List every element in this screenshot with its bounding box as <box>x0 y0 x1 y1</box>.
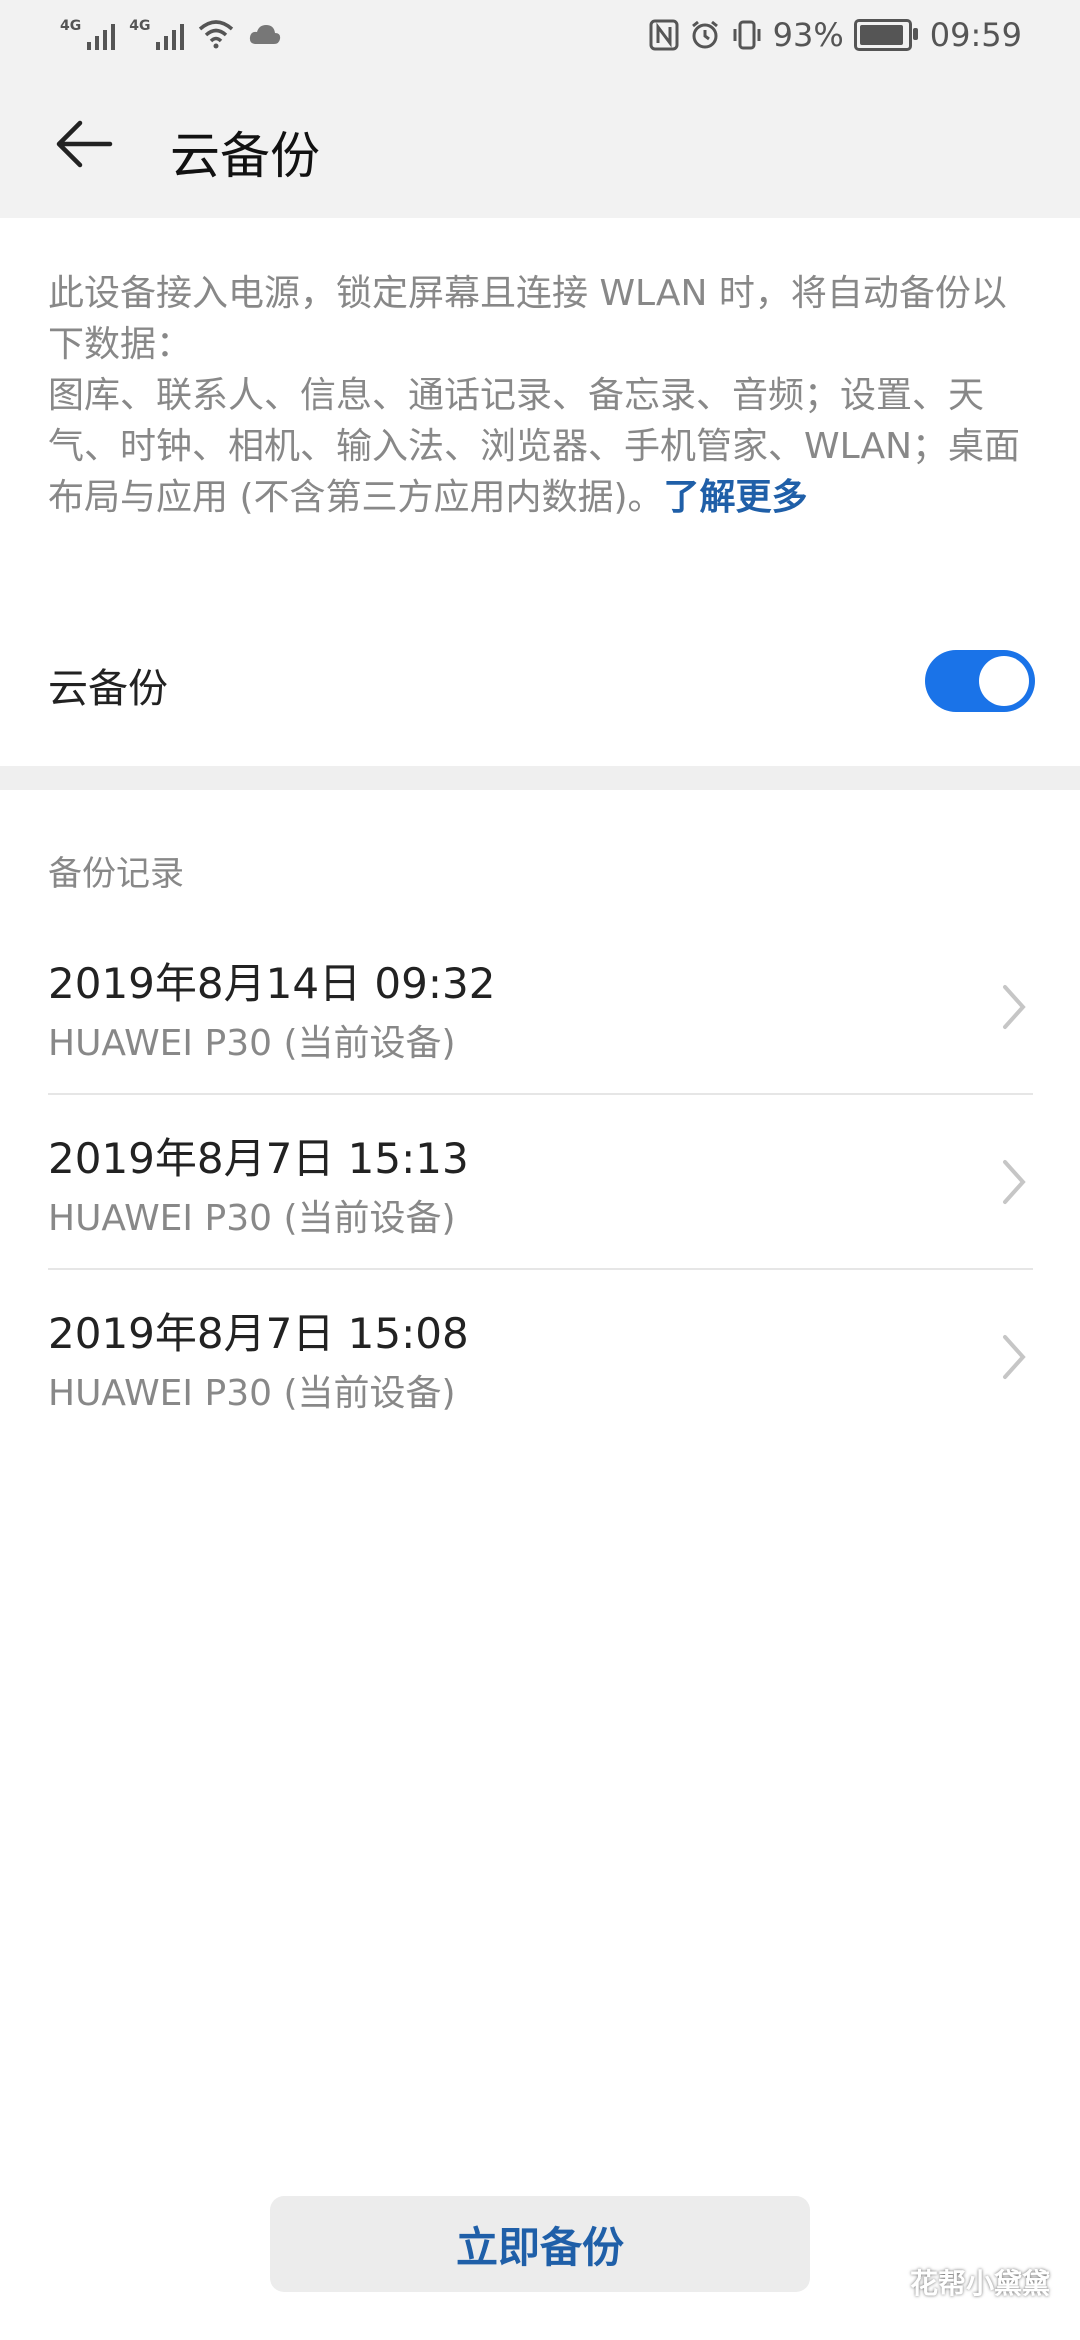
record-device: HUAWEI P30 (当前设备) <box>48 1198 456 1239</box>
wechat-icon <box>860 2265 900 2297</box>
list-item[interactable]: 2019年8月14日 09:32 HUAWEI P30 (当前设备) <box>48 920 1033 1095</box>
cloud-backup-switch[interactable] <box>925 650 1035 712</box>
status-bar: 4G 4G 93% 09:59 <box>0 0 1080 72</box>
chevron-right-icon <box>1003 985 1026 1029</box>
battery-icon <box>853 19 918 51</box>
record-device: HUAWEI P30 (当前设备) <box>48 1023 456 1064</box>
sim2-label: 4G <box>129 18 151 34</box>
record-device: HUAWEI P30 (当前设备) <box>48 1373 456 1414</box>
backup-records-list: 2019年8月14日 09:32 HUAWEI P30 (当前设备) 2019年… <box>48 920 1033 1443</box>
app-header: 云备份 <box>0 72 1080 218</box>
signal-icon: 4G <box>60 18 116 50</box>
record-date: 2019年8月7日 15:13 <box>48 1134 469 1183</box>
vibrate-icon <box>733 20 761 50</box>
back-button[interactable] <box>52 112 116 176</box>
watermark: 花帮小黛黛 <box>860 2262 1050 2302</box>
battery-percent: 93% <box>772 16 844 54</box>
section-divider <box>0 766 1080 790</box>
clock: 09:59 <box>929 16 1022 54</box>
list-item[interactable]: 2019年8月7日 15:08 HUAWEI P30 (当前设备) <box>48 1270 1033 1443</box>
screen: 4G 4G 93% 09:59 云备份 此设备接入电源，锁定屏幕且连接 WLAN… <box>0 0 1080 2340</box>
record-date: 2019年8月14日 09:32 <box>48 959 496 1008</box>
toggle-label: 云备份 <box>48 666 168 712</box>
backup-description: 此设备接入电源，锁定屏幕且连接 WLAN 时，将自动备份以下数据： 图库、联系人… <box>48 268 1033 523</box>
alarm-icon <box>691 20 718 49</box>
watermark-text: 花帮小黛黛 <box>909 2267 1050 2300</box>
arrow-left-icon <box>56 120 113 168</box>
record-date: 2019年8月7日 15:08 <box>48 1309 469 1358</box>
wifi-icon <box>199 20 234 49</box>
status-left: 4G 4G <box>60 18 282 50</box>
sim1-label: 4G <box>60 18 82 34</box>
switch-knob <box>979 656 1029 706</box>
backup-now-button[interactable]: 立即备份 <box>270 2196 810 2292</box>
nfc-icon <box>649 19 679 51</box>
chevron-right-icon <box>1003 1160 1026 1204</box>
page-title: 云备份 <box>170 127 320 185</box>
cloud-backup-toggle-row[interactable]: 云备份 <box>48 650 1035 720</box>
signal-icon-2: 4G <box>129 18 185 50</box>
cloud-icon <box>250 25 281 44</box>
list-item[interactable]: 2019年8月7日 15:13 HUAWEI P30 (当前设备) <box>48 1095 1033 1270</box>
records-section-title: 备份记录 <box>48 854 184 894</box>
description-text: 此设备接入电源，锁定屏幕且连接 WLAN 时，将自动备份以下数据： 图库、联系人… <box>48 273 1021 518</box>
learn-more-link[interactable]: 了解更多 <box>664 477 808 518</box>
status-right: 93% 09:59 <box>649 16 1022 54</box>
chevron-right-icon <box>1003 1335 1026 1379</box>
